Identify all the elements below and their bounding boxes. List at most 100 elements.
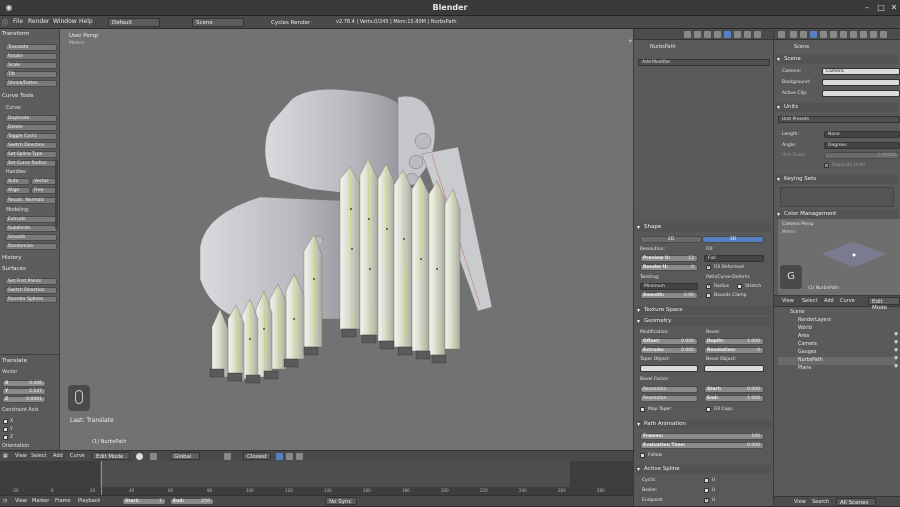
tab-material-icon[interactable] xyxy=(860,31,867,38)
current-frame-indicator[interactable] xyxy=(101,461,102,495)
tab-scene-icon[interactable] xyxy=(694,31,701,38)
curve-tools-header[interactable]: Curve Tools xyxy=(2,92,58,101)
fill-deformed-checkbox[interactable] xyxy=(706,264,711,270)
bevel-depth-field[interactable]: Depth: 1.000 xyxy=(704,338,764,345)
mode-select[interactable]: Edit Mode xyxy=(92,452,130,460)
endpoint-u-checkbox[interactable] xyxy=(704,497,709,503)
geometry-header[interactable]: Geometry xyxy=(636,317,771,326)
timeline-view-menu[interactable]: View xyxy=(15,498,27,504)
tab-modifier-icon[interactable] xyxy=(840,31,847,38)
translate-button[interactable]: Translate xyxy=(5,44,57,51)
outliner-mode-select[interactable]: Edit Mode xyxy=(868,297,900,311)
minimize-icon[interactable]: – xyxy=(862,3,872,13)
bevel-start-field[interactable]: Start: 0.000 xyxy=(704,386,764,393)
editor-properties-icon[interactable] xyxy=(778,31,785,38)
switch-direction-surface-button[interactable]: Switch Direction xyxy=(5,287,57,294)
constraint-z-checkbox[interactable] xyxy=(3,435,8,440)
transform-panel-header[interactable]: Transform xyxy=(2,30,58,39)
vector-z-field[interactable]: Z 0.0001 xyxy=(2,396,46,403)
keying-sets-list[interactable] xyxy=(780,187,894,207)
color-management-header[interactable]: Color Management xyxy=(776,210,898,219)
outliner-select-menu[interactable]: Select xyxy=(802,298,817,304)
follow-checkbox[interactable] xyxy=(640,453,645,458)
tab-data-icon[interactable] xyxy=(734,31,741,38)
menu-render[interactable]: Render xyxy=(28,18,49,25)
menu-view[interactable]: View xyxy=(15,453,27,459)
taper-object-field[interactable] xyxy=(640,365,698,372)
set-curve-radius-button[interactable]: Set Curve Radius xyxy=(5,160,57,167)
maximize-icon[interactable]: □ xyxy=(876,3,886,13)
bezier-u-checkbox[interactable] xyxy=(704,488,709,493)
outliner-item-scene[interactable]: Scene xyxy=(778,309,896,317)
scene-section-header[interactable]: Scene xyxy=(776,55,898,64)
vector-y-field[interactable]: Y 2.147 xyxy=(2,388,46,395)
close-icon[interactable]: ✕ xyxy=(889,3,899,13)
menu-file[interactable]: File xyxy=(13,18,23,25)
snap-target-select[interactable]: Closest xyxy=(243,452,271,460)
sync-mode-select[interactable]: No Sync xyxy=(325,497,357,505)
tab-world-icon[interactable] xyxy=(704,31,711,38)
delete-button[interactable]: Delete xyxy=(5,124,57,131)
path-animation-header[interactable]: Path Animation xyxy=(636,420,771,429)
render-preview-icon[interactable] xyxy=(286,453,293,460)
menu-add[interactable]: Add xyxy=(53,453,63,459)
bevel-end-field[interactable]: End: 1.000 xyxy=(704,395,764,402)
outliner-item-plane[interactable]: Plane xyxy=(778,365,896,373)
tab-texture-icon[interactable] xyxy=(870,31,877,38)
constraint-y-checkbox[interactable] xyxy=(3,427,8,432)
menu-help[interactable]: Help xyxy=(79,18,93,25)
subdivide-button[interactable]: Subdivide xyxy=(5,225,57,232)
menu-curve[interactable]: Curve xyxy=(70,453,85,459)
tab-data-icon[interactable] xyxy=(850,31,857,38)
history-header[interactable]: History xyxy=(2,254,58,263)
shrink-fatten-button[interactable]: Shrink/Fatten xyxy=(5,80,57,87)
outliner-display-mode[interactable]: All Scenes xyxy=(836,498,876,506)
handle-free-button[interactable]: Free xyxy=(31,187,56,194)
visibility-eye-icons[interactable]: ◉ ◉ ◉ ◉ ◉ xyxy=(894,330,898,370)
keying-sets-header[interactable]: Keying Sets xyxy=(776,175,898,184)
bevel-factor-res-start[interactable]: Resolution xyxy=(640,386,698,393)
outliner-footer-search[interactable]: Search xyxy=(812,499,829,505)
bevel-resolution-field[interactable]: Resolution: 0 xyxy=(704,347,764,354)
editor-type-icon[interactable]: ▦ xyxy=(3,453,8,459)
path-frames-field[interactable]: Frames: 100 xyxy=(640,433,764,440)
tab-texture-icon[interactable] xyxy=(754,31,761,38)
bounds-clamp-checkbox[interactable] xyxy=(706,293,711,298)
stretch-checkbox[interactable] xyxy=(737,284,742,289)
snapshot-icon[interactable] xyxy=(296,453,303,460)
separate-units-checkbox[interactable] xyxy=(824,163,829,168)
toolshelf-scrollbar[interactable] xyxy=(55,159,58,229)
cyclic-u-checkbox[interactable] xyxy=(704,478,709,483)
randomize-button[interactable]: Randomize xyxy=(5,243,57,250)
outliner-curve-menu[interactable]: Curve xyxy=(840,298,855,304)
timeline-marker-menu[interactable]: Marker xyxy=(32,498,49,504)
map-taper-checkbox[interactable] xyxy=(640,407,645,412)
tab-layers-icon[interactable] xyxy=(800,31,807,38)
constraint-x-checkbox[interactable] xyxy=(3,419,8,424)
twist-method-dropdown[interactable]: Minimum xyxy=(640,283,698,290)
add-modifier-dropdown[interactable]: Add Modifier xyxy=(638,59,770,66)
fill-caps-checkbox[interactable] xyxy=(706,407,711,412)
proportional-edit-icon[interactable] xyxy=(224,453,231,460)
fill-mode-dropdown[interactable]: Full xyxy=(704,255,764,262)
outliner-footer-view[interactable]: View xyxy=(794,499,806,505)
outliner-item-world[interactable]: World xyxy=(778,325,896,333)
handle-align-button[interactable]: Align xyxy=(5,187,30,194)
render-engine-select[interactable]: Cycles Render xyxy=(267,18,319,27)
angle-unit-dropdown[interactable]: Degrees xyxy=(824,142,900,149)
outliner-item-nurbspath[interactable]: NurbsPath xyxy=(778,357,896,365)
menu-select[interactable]: Select xyxy=(31,453,46,459)
redo-header[interactable]: Translate xyxy=(2,357,58,366)
timeline[interactable]: -20 0 20 40 60 80 100 120 140 160 180 200 220 240 260 2… xyxy=(0,461,633,495)
tilt-button[interactable]: Tilt xyxy=(5,71,57,78)
recalc-normals-button[interactable]: Recalc. Normals xyxy=(5,197,57,204)
toggle-cyclic-button[interactable]: Toggle Cyclic xyxy=(5,133,57,140)
switch-direction-button[interactable]: Switch Direction xyxy=(5,142,57,149)
tab-material-icon[interactable] xyxy=(744,31,751,38)
handle-auto-button[interactable]: Auto xyxy=(5,178,30,185)
unit-presets-dropdown[interactable]: Unit Presets xyxy=(778,116,900,123)
window-menu-icon[interactable]: ◉ xyxy=(4,3,14,13)
nurbs-hand-model[interactable] xyxy=(60,29,633,450)
extrude-button[interactable]: Extrude xyxy=(5,216,57,223)
outliner-item-gauges[interactable]: Gauges xyxy=(778,349,896,357)
